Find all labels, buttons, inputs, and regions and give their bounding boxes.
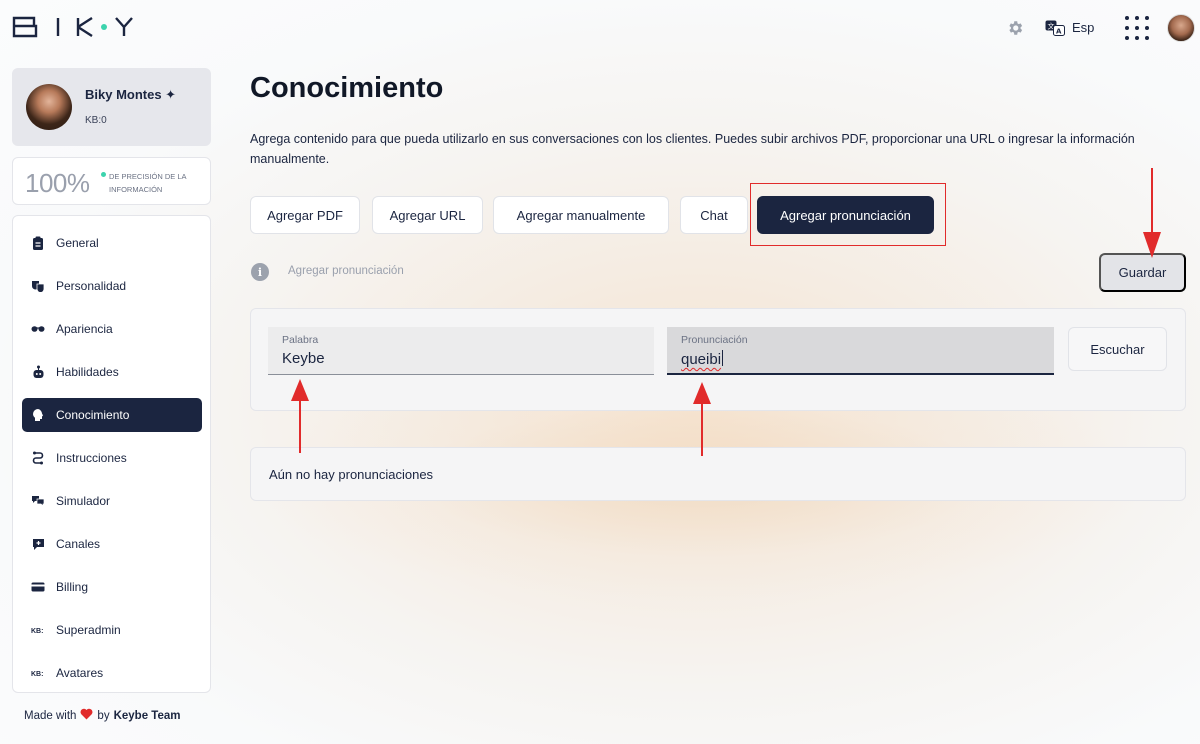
sidebar-item-canales[interactable]: Canales bbox=[22, 527, 202, 561]
sidebar-item-label: Simulador bbox=[56, 494, 111, 508]
status-dot bbox=[101, 172, 106, 177]
sidebar-item-superadmin[interactable]: KB: Superadmin bbox=[22, 613, 202, 647]
kb-icon: KB: bbox=[31, 666, 45, 680]
precision-label: DE PRECISIÓN DE LA INFORMACIÓN bbox=[109, 172, 187, 194]
save-button[interactable]: Guardar bbox=[1099, 253, 1186, 292]
chat-plus-icon bbox=[31, 537, 45, 551]
sidebar-item-habilidades[interactable]: Habilidades bbox=[22, 355, 202, 389]
pronunciation-field-label: Pronunciación bbox=[681, 334, 748, 346]
sidebar-item-label: Instrucciones bbox=[56, 451, 127, 465]
sidebar-item-label: Canales bbox=[56, 537, 101, 551]
apps-grid-icon[interactable] bbox=[1125, 16, 1149, 40]
pronunciations-list: Aún no hay pronunciaciones bbox=[250, 447, 1186, 501]
sidebar-item-personalidad[interactable]: Personalidad bbox=[22, 269, 202, 303]
sidebar-item-avatares[interactable]: KB: Avatares bbox=[22, 656, 202, 690]
sidebar-item-billing[interactable]: Billing bbox=[22, 570, 202, 604]
sidebar-item-apariencia[interactable]: Apariencia bbox=[22, 312, 202, 346]
sidebar-item-label: Superadmin bbox=[56, 623, 121, 637]
sidebar-item-label: Billing bbox=[56, 580, 89, 594]
kb-icon: KB: bbox=[31, 623, 45, 637]
settings-gear-icon[interactable] bbox=[1006, 19, 1024, 37]
sidebar-item-label: Personalidad bbox=[56, 279, 127, 293]
bot-avatar bbox=[26, 84, 72, 130]
annotation-highlight-box bbox=[750, 183, 946, 246]
biky-logo[interactable] bbox=[12, 14, 134, 40]
route-icon bbox=[31, 451, 45, 465]
pronunciation-field[interactable]: Pronunciación queibi bbox=[667, 327, 1054, 375]
credit-card-icon bbox=[31, 580, 45, 594]
profile-card[interactable]: Biky Montes ✦ KB:0 bbox=[12, 68, 211, 146]
pronunciation-field-value[interactable]: queibi bbox=[681, 351, 721, 368]
sidebar-item-simulador[interactable]: Simulador bbox=[22, 484, 202, 518]
sidebar-item-label: Habilidades bbox=[56, 365, 119, 379]
word-field-value[interactable]: Keybe bbox=[282, 350, 325, 367]
kb-count: KB:0 bbox=[85, 115, 107, 126]
svg-text:A: A bbox=[1056, 28, 1062, 36]
tab-agregar-pdf[interactable]: Agregar PDF bbox=[250, 196, 360, 234]
tab-agregar-url[interactable]: Agregar URL bbox=[372, 196, 483, 234]
svg-text:KB:: KB: bbox=[31, 671, 43, 678]
page-description: Agrega contenido para que pueda utilizar… bbox=[250, 132, 1135, 166]
text-caret bbox=[722, 350, 724, 366]
sidebar-nav: General Personalidad Apariencia Habilida… bbox=[12, 215, 211, 693]
precision-value: 100% bbox=[25, 168, 90, 198]
empty-state-message: Aún no hay pronunciaciones bbox=[269, 467, 434, 482]
listen-button[interactable]: Escuchar bbox=[1068, 327, 1167, 371]
sidebar-item-label: Avatares bbox=[56, 666, 104, 680]
sidebar-item-label: General bbox=[56, 236, 99, 250]
page-title: Conocimiento bbox=[250, 72, 444, 104]
masks-icon bbox=[31, 279, 45, 293]
word-field-label: Palabra bbox=[282, 334, 319, 346]
pronunciation-field-value-wrap[interactable]: queibi bbox=[681, 350, 724, 368]
sidebar-item-conocimiento[interactable]: Conocimiento bbox=[22, 398, 202, 432]
pronunciation-form: Palabra Keybe Pronunciación queibi Escuc… bbox=[250, 308, 1186, 411]
sunglasses-icon bbox=[31, 322, 45, 336]
sidebar-item-label: Apariencia bbox=[56, 322, 113, 336]
language-selector[interactable]: Esp bbox=[1072, 20, 1094, 35]
footer-team: Keybe Team bbox=[113, 709, 181, 722]
tab-chat[interactable]: Chat bbox=[680, 196, 748, 234]
sidebar-item-label: Conocimiento bbox=[56, 408, 130, 422]
section-label: Agregar pronunciación bbox=[288, 265, 404, 277]
info-icon[interactable]: i bbox=[251, 263, 269, 281]
footer-credit: Made with by Keybe Team bbox=[24, 708, 180, 723]
heart-icon bbox=[80, 708, 93, 723]
footer-prefix: Made with bbox=[24, 709, 77, 722]
footer-middle: by bbox=[97, 709, 110, 722]
tab-agregar-manualmente[interactable]: Agregar manualmente bbox=[493, 196, 669, 234]
chat-bubbles-icon bbox=[31, 494, 45, 508]
sidebar-item-general[interactable]: General bbox=[22, 226, 202, 260]
user-avatar[interactable] bbox=[1167, 14, 1195, 42]
svg-text:KB:: KB: bbox=[31, 628, 43, 635]
robot-icon bbox=[31, 365, 45, 379]
bot-name: Biky Montes ✦ bbox=[85, 87, 177, 102]
annotation-arrow-save bbox=[1143, 168, 1161, 258]
brain-icon bbox=[31, 408, 45, 422]
clipboard-icon bbox=[31, 236, 45, 250]
sidebar-item-instrucciones[interactable]: Instrucciones bbox=[22, 441, 202, 475]
translate-icon[interactable]: 文 A bbox=[1045, 20, 1065, 36]
word-field[interactable]: Palabra Keybe bbox=[268, 327, 654, 375]
precision-card: 100% DE PRECISIÓN DE LA INFORMACIÓN bbox=[12, 157, 211, 205]
